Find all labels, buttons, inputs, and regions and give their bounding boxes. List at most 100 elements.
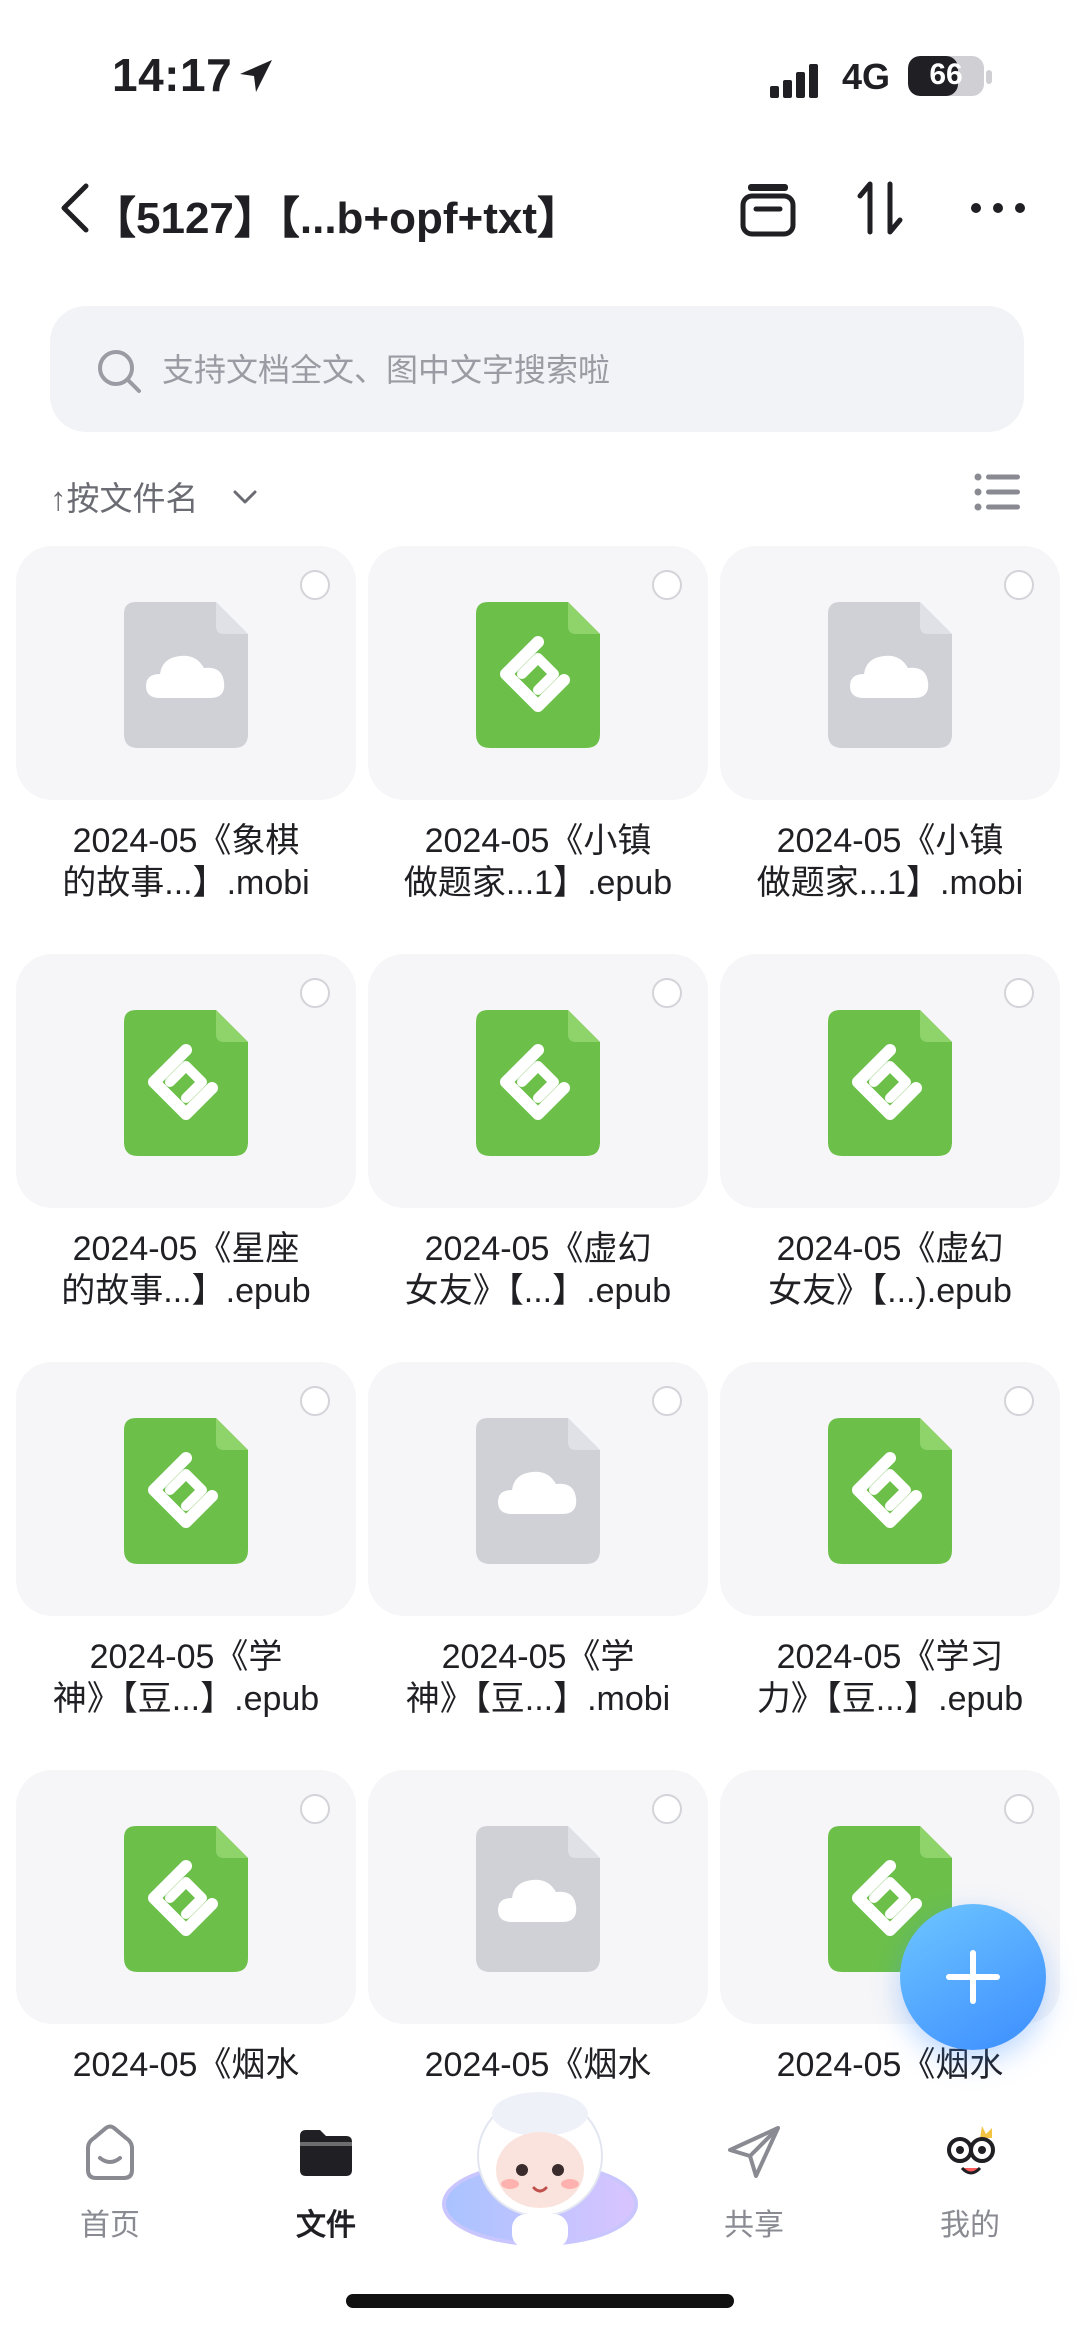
file-name-line: 做题家...1】.epub bbox=[403, 864, 673, 902]
tab-home-label: 首页 bbox=[80, 2209, 140, 2242]
tab-share-label: 共享 bbox=[724, 2209, 784, 2242]
plus-icon bbox=[946, 1950, 1000, 2004]
select-checkbox[interactable] bbox=[652, 978, 682, 1008]
select-checkbox[interactable] bbox=[652, 1794, 682, 1824]
file-name-line: 做题家...1】.mobi bbox=[756, 864, 1024, 902]
file-name-line: 2024-05《烟水 bbox=[424, 2046, 652, 2084]
select-checkbox[interactable] bbox=[300, 1386, 330, 1416]
cloud-file-icon bbox=[124, 602, 248, 748]
tab-files-label: 文件 bbox=[296, 2209, 356, 2242]
file-name-line: 力》【豆...】.epub bbox=[756, 1680, 1024, 1718]
search-icon bbox=[98, 350, 141, 393]
list-view-icon[interactable] bbox=[974, 472, 1020, 512]
epub-file-icon bbox=[476, 1010, 600, 1156]
file-thumbnail[interactable] bbox=[720, 954, 1060, 1208]
network-type: 4G bbox=[842, 56, 891, 97]
file-name-line: 神》【豆...】.epub bbox=[52, 1680, 320, 1718]
file-name: 2024-05《虚幻 女友》【...).epub bbox=[720, 1228, 1060, 1312]
select-checkbox[interactable] bbox=[1004, 1386, 1034, 1416]
battery-icon: 66 bbox=[908, 56, 984, 96]
file-name: 2024-05《小镇 做题家...1】.epub bbox=[368, 820, 708, 904]
file-name-line: 的故事...】.epub bbox=[61, 1272, 311, 1310]
file-thumbnail[interactable] bbox=[16, 546, 356, 800]
file-name-line: 女友》【...】.epub bbox=[404, 1272, 672, 1310]
select-checkbox[interactable] bbox=[1004, 1794, 1034, 1824]
select-checkbox[interactable] bbox=[1004, 978, 1034, 1008]
cloud-file-icon bbox=[828, 602, 952, 748]
file-name: 2024-05《小镇 做题家...1】.mobi bbox=[720, 820, 1060, 904]
file-card[interactable]: 2024-05《学 神》【豆...】.epub bbox=[16, 1362, 356, 1762]
add-button[interactable] bbox=[900, 1904, 1046, 2050]
status-time: 14:17 bbox=[112, 49, 233, 101]
file-name: 2024-05《学 神》【豆...】.epub bbox=[16, 1636, 356, 1720]
file-card[interactable]: 2024-05《烟水 bbox=[16, 1770, 356, 2106]
tab-mine-label: 我的 bbox=[940, 2209, 1000, 2242]
file-thumbnail[interactable] bbox=[16, 954, 356, 1208]
tab-share[interactable]: 共享 bbox=[674, 2120, 834, 2250]
file-name: 2024-05《学 神》【豆...】.mobi bbox=[368, 1636, 708, 1720]
epub-file-icon bbox=[476, 602, 600, 748]
battery-percent: 66 bbox=[929, 58, 963, 91]
chevron-down-icon[interactable] bbox=[232, 484, 258, 510]
select-checkbox[interactable] bbox=[300, 978, 330, 1008]
file-thumbnail[interactable] bbox=[368, 954, 708, 1208]
file-card[interactable]: 2024-05《小镇 做题家...1】.epub bbox=[368, 546, 708, 946]
file-thumbnail[interactable] bbox=[368, 1362, 708, 1616]
ai-assistant-mascot-icon[interactable] bbox=[436, 2086, 644, 2256]
more-options-button[interactable] bbox=[966, 176, 1030, 240]
archive-button[interactable] bbox=[736, 176, 800, 240]
file-name-line: 2024-05《小镇 bbox=[424, 822, 652, 860]
file-card[interactable]: 2024-05《虚幻 女友》【...】.epub bbox=[368, 954, 708, 1354]
file-thumbnail[interactable] bbox=[720, 546, 1060, 800]
page-title: 【5127】【...b+opf+txt】 bbox=[92, 194, 582, 243]
file-name: 2024-05《烟水 bbox=[720, 2044, 1060, 2086]
epub-file-icon bbox=[124, 1010, 248, 1156]
home-icon bbox=[86, 2124, 134, 2180]
tab-home[interactable]: 首页 bbox=[30, 2120, 190, 2250]
sort-bar: ↑按文件名 bbox=[0, 466, 1080, 526]
file-thumbnail[interactable] bbox=[16, 1770, 356, 2024]
file-name-line: 2024-05《烟水 bbox=[72, 2046, 300, 2084]
file-name: 2024-05《星座 的故事...】.epub bbox=[16, 1228, 356, 1312]
file-card[interactable]: 2024-05《学 神》【豆...】.mobi bbox=[368, 1362, 708, 1762]
file-name: 2024-05《烟水 bbox=[16, 2044, 356, 2086]
select-checkbox[interactable] bbox=[300, 570, 330, 600]
header: 【5127】【...b+opf+txt】 bbox=[0, 160, 1080, 260]
file-name-line: 女友》【...).epub bbox=[768, 1272, 1012, 1310]
sort-by-filename-dropdown[interactable]: ↑按文件名 bbox=[50, 472, 199, 520]
cloud-file-icon bbox=[476, 1826, 600, 1972]
file-card[interactable]: 2024-05《学习 力》【豆...】.epub bbox=[720, 1362, 1060, 1762]
tab-files[interactable]: 文件 bbox=[246, 2120, 406, 2250]
back-chevron-icon[interactable] bbox=[56, 180, 96, 236]
file-name-line: 2024-05《星座 bbox=[72, 1230, 300, 1268]
epub-file-icon bbox=[828, 1010, 952, 1156]
file-name-line: 2024-05《虚幻 bbox=[776, 1230, 1004, 1268]
file-card[interactable]: 2024-05《烟水 bbox=[368, 1770, 708, 2106]
file-card[interactable]: 2024-05《星座 的故事...】.epub bbox=[16, 954, 356, 1354]
file-thumbnail[interactable] bbox=[720, 1362, 1060, 1616]
select-checkbox[interactable] bbox=[300, 1794, 330, 1824]
paper-plane-icon bbox=[728, 2126, 780, 2178]
file-name-line: 2024-05《象棋 bbox=[72, 822, 300, 860]
select-checkbox[interactable] bbox=[652, 1386, 682, 1416]
file-thumbnail[interactable] bbox=[368, 1770, 708, 2024]
search-input[interactable] bbox=[160, 306, 984, 434]
file-name-line: 2024-05《学 bbox=[89, 1638, 283, 1676]
cloud-file-icon bbox=[476, 1418, 600, 1564]
file-thumbnail[interactable] bbox=[16, 1362, 356, 1616]
file-thumbnail[interactable] bbox=[368, 546, 708, 800]
location-arrow-icon bbox=[240, 60, 272, 92]
select-checkbox[interactable] bbox=[1004, 570, 1034, 600]
search-bar[interactable] bbox=[50, 306, 1024, 434]
file-card[interactable]: 2024-05《虚幻 女友》【...).epub bbox=[720, 954, 1060, 1354]
file-card[interactable]: 2024-05《象棋 的故事...】.mobi bbox=[16, 546, 356, 946]
file-card[interactable]: 2024-05《小镇 做题家...1】.mobi bbox=[720, 546, 1060, 946]
select-checkbox[interactable] bbox=[652, 570, 682, 600]
sort-order-button[interactable] bbox=[850, 176, 914, 240]
file-grid: 2024-05《象棋 的故事...】.mobi 2024-05《小镇 做题家...1】… bbox=[16, 546, 1066, 2106]
signal-icon bbox=[770, 64, 818, 98]
tab-mine[interactable]: 我的 bbox=[890, 2120, 1050, 2250]
home-indicator bbox=[346, 2294, 734, 2308]
file-name: 2024-05《虚幻 女友》【...】.epub bbox=[368, 1228, 708, 1312]
profile-avatar-icon bbox=[947, 2126, 995, 2175]
